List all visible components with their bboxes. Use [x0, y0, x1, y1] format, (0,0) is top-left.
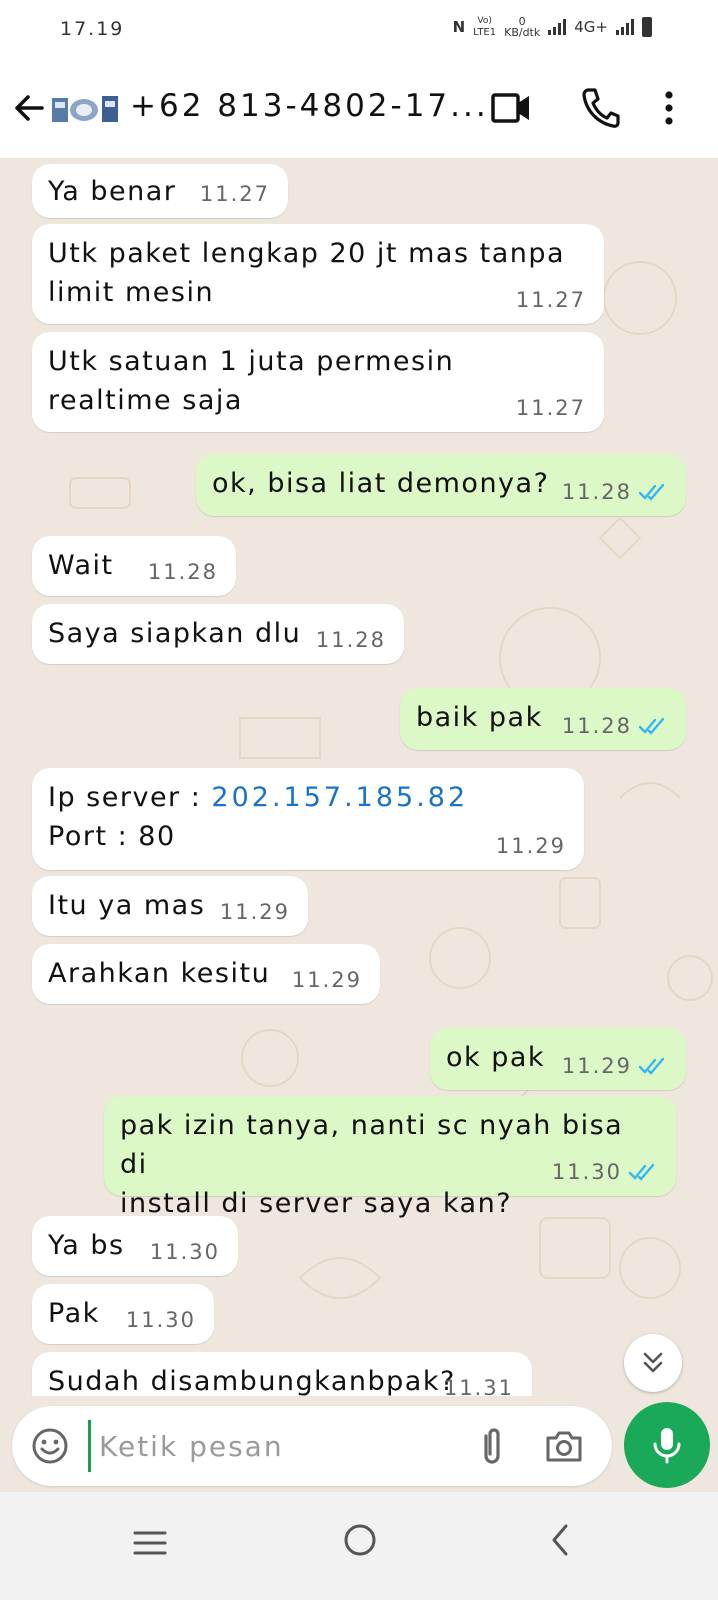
message-time: 11.29 — [291, 968, 362, 992]
message-time: 11.29 — [219, 900, 290, 924]
message-time: 11.30 — [551, 1160, 622, 1184]
message-text: Port : 80 — [48, 821, 176, 852]
message-bubble-incoming[interactable]: Pak 11.30 — [32, 1284, 214, 1344]
message-input[interactable] — [88, 1420, 448, 1472]
attach-icon[interactable] — [474, 1424, 510, 1468]
signal-icon-2 — [616, 19, 634, 35]
message-time: 11.28 — [561, 480, 632, 504]
message-time: 11.28 — [147, 560, 218, 584]
message-time: 11.27 — [199, 182, 270, 206]
message-bubble-outgoing[interactable]: ok, bisa liat demonya? 11.28 — [196, 454, 686, 516]
camera-icon[interactable] — [544, 1428, 584, 1464]
chat-area[interactable]: Ya benar 11.27 Utk paket lengkap 20 jt m… — [0, 158, 718, 1402]
message-bubble-incoming[interactable]: Wait 11.28 — [32, 536, 236, 596]
message-time: 11.27 — [515, 396, 586, 420]
message-bubble-incoming[interactable]: Ip server : 202.157.185.82 Port : 80 11.… — [32, 768, 584, 870]
message-bubble-incoming[interactable]: Ya benar 11.27 — [32, 164, 288, 218]
message-time: 11.29 — [561, 1054, 632, 1078]
voice-record-button[interactable] — [624, 1402, 710, 1488]
volte-bottom: LTE1 — [473, 27, 497, 38]
message-bubble-incoming[interactable]: Utk satuan 1 juta permesin realtime saja… — [32, 332, 604, 432]
message-bubble-incoming[interactable]: Sudah disambungkanbpak? 11.31 — [32, 1352, 532, 1402]
chat-header: +62 813-4802-17... — [0, 60, 718, 158]
ip-link[interactable]: 202.157.185.82 — [211, 782, 468, 813]
back-arrow-icon[interactable] — [12, 88, 48, 128]
volte-indicator: Vo) LTE1 — [473, 16, 496, 38]
message-bubble-outgoing[interactable]: ok pak 11.29 — [430, 1028, 686, 1090]
compose-pill — [12, 1406, 612, 1486]
read-ticks-icon — [638, 483, 665, 501]
scroll-to-bottom-button[interactable] — [624, 1334, 682, 1392]
read-ticks-icon — [628, 1163, 655, 1181]
status-time: 17.19 — [60, 18, 125, 40]
ip-label: Ip server : — [48, 782, 212, 813]
message-status: 11.28 — [562, 714, 668, 738]
read-ticks-icon — [638, 1057, 665, 1075]
more-vert-icon[interactable] — [662, 90, 676, 126]
message-status: 11.29 — [562, 1054, 668, 1078]
message-bubble-outgoing[interactable]: baik pak 11.28 — [400, 688, 686, 750]
read-ticks-icon — [638, 717, 665, 735]
emoji-icon[interactable] — [30, 1426, 70, 1466]
message-bubble-incoming[interactable]: Saya siapkan dlu 11.28 — [32, 604, 404, 664]
message-status: 11.28 — [562, 480, 668, 504]
message-time: 11.29 — [495, 834, 566, 858]
network-speed: 0 KB/dtk — [504, 16, 540, 38]
speed-unit: KB/dtk — [504, 26, 541, 39]
status-bar: 17.19 N Vo) LTE1 0 KB/dtk 4G+ — [0, 0, 718, 60]
message-time: 11.30 — [125, 1308, 196, 1332]
mic-icon — [653, 1428, 681, 1464]
video-call-icon[interactable] — [490, 88, 532, 128]
message-bubble-outgoing[interactable]: pak izin tanya, nanti sc nyah bisa di in… — [104, 1096, 676, 1219]
message-time: 11.30 — [149, 1240, 220, 1264]
message-time: 11.28 — [561, 714, 632, 738]
message-text: Utk paket lengkap 20 jt mas tanpa limit … — [48, 238, 566, 308]
status-icons: N Vo) LTE1 0 KB/dtk 4G+ — [453, 16, 652, 38]
signal-icon — [548, 19, 567, 35]
message-bubble-incoming[interactable]: Itu ya mas 11.29 — [32, 876, 308, 936]
message-status: 11.30 — [552, 1160, 658, 1184]
nav-back-icon[interactable] — [546, 1520, 574, 1560]
avatar[interactable] — [50, 92, 120, 126]
message-bubble-incoming[interactable]: Arahkan kesitu 11.29 — [32, 944, 380, 1004]
network-type: 4G+ — [574, 18, 608, 36]
system-nav-bar — [0, 1492, 718, 1600]
message-bubble-incoming[interactable]: Ya bs 11.30 — [32, 1216, 238, 1276]
message-text: Utk satuan 1 juta permesin realtime saja — [48, 346, 455, 416]
message-text-ip: Ip server : 202.157.185.82 — [48, 778, 568, 817]
message-bubble-incoming[interactable]: Utk paket lengkap 20 jt mas tanpa limit … — [32, 224, 604, 324]
message-time: 11.27 — [515, 288, 586, 312]
nfc-icon: N — [452, 18, 466, 36]
recents-icon[interactable] — [132, 1528, 168, 1558]
volte-top: Vo) — [477, 16, 492, 26]
compose-bar — [0, 1402, 718, 1492]
home-icon[interactable] — [342, 1522, 378, 1558]
battery-icon — [642, 17, 652, 37]
contact-name[interactable]: +62 813-4802-17... — [130, 88, 489, 124]
message-time: 11.28 — [315, 628, 386, 652]
chevrons-down-icon — [643, 1352, 663, 1373]
phone-icon[interactable] — [580, 86, 620, 130]
